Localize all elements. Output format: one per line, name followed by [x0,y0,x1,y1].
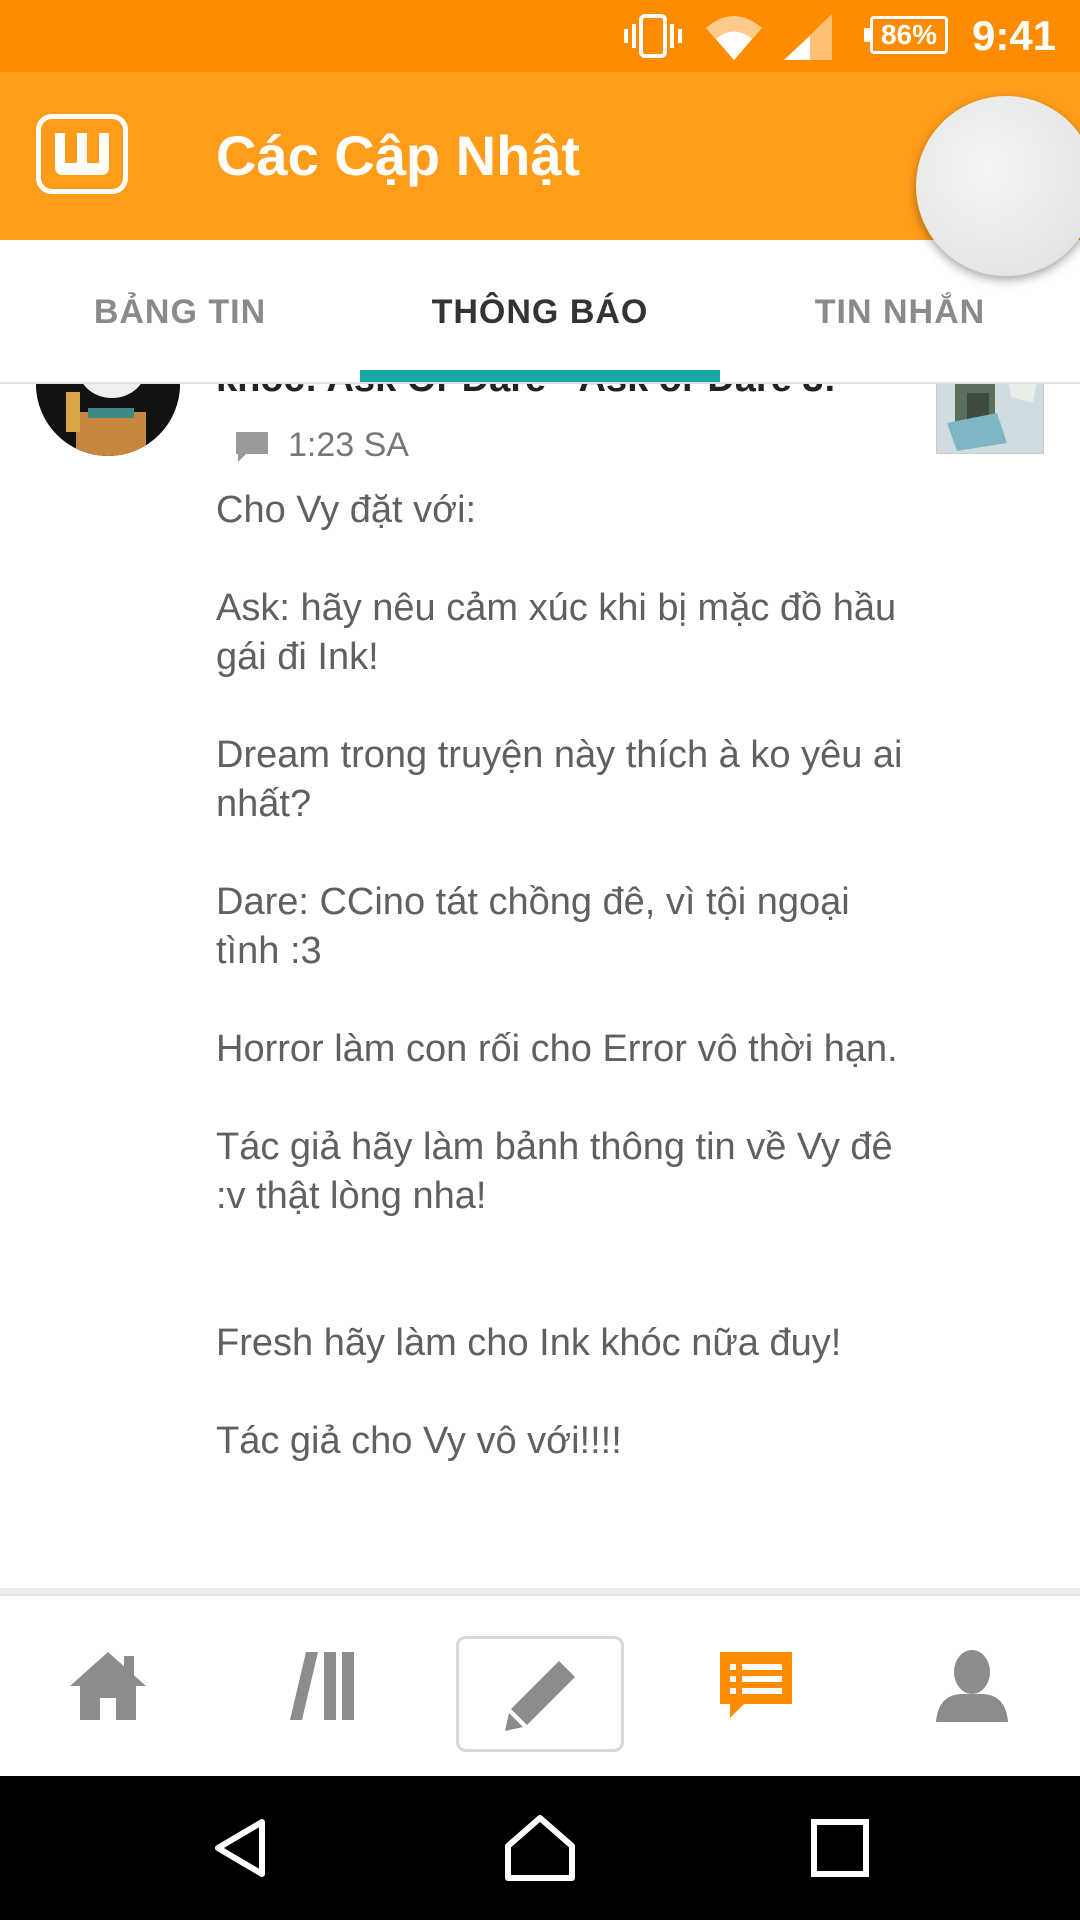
system-nav-bar [0,1776,1080,1920]
story-thumbnail[interactable] [936,384,1044,454]
home-icon [70,1652,146,1720]
story-title[interactable]: khóc: Ask Or Dare - Ask or Dare 3: [216,384,836,404]
bottom-nav [0,1594,1080,1776]
home-button-icon[interactable] [500,1808,580,1888]
timestamp: 1:23 SA [288,426,409,464]
nav-updates[interactable] [648,1596,864,1776]
tab-bar: BẢNG TIN THÔNG BÁO TIN NHẮN [0,240,1080,384]
pencil-icon [505,1661,575,1731]
nav-profile[interactable] [864,1596,1080,1776]
wattpad-logo[interactable] [36,114,128,194]
comment-icon [236,432,268,462]
chat-list-icon [720,1652,792,1718]
vibrate-icon [624,14,682,58]
page-title: Các Cập Nhật [216,124,581,187]
battery-indicator: 86% [864,16,948,54]
back-icon[interactable] [200,1808,280,1888]
nav-home[interactable] [0,1596,216,1776]
recents-icon[interactable] [800,1808,880,1888]
notification-list[interactable]: khóc: Ask Or Dare - Ask or Dare 3: 1:23 … [0,384,1080,1590]
clock: 9:41 [972,12,1057,59]
tab-notifications[interactable]: THÔNG BÁO [360,240,720,384]
message-body: Cho Vy đặt với: Ask: hãy nêu cảm xúc khi… [216,489,903,1462]
library-icon [290,1652,354,1720]
tab-news-feed[interactable]: BẢNG TIN [0,240,360,384]
app-bar: Các Cập Nhật [0,72,1080,240]
nav-library[interactable] [216,1596,432,1776]
avatar[interactable] [36,384,180,456]
nav-write[interactable] [456,1636,624,1752]
person-icon [936,1650,1008,1722]
status-bar: 86% 9:41 [0,0,1080,72]
wifi-icon [706,16,762,60]
cell-signal-icon [784,14,832,60]
tab-indicator [360,370,720,382]
